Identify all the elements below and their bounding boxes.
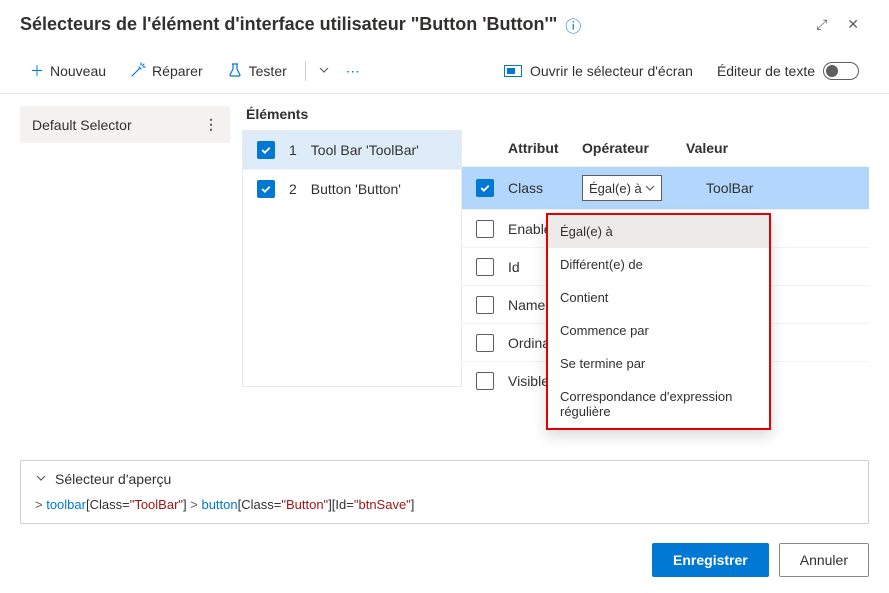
attr-row-class[interactable]: Class Égal(e) à ToolBar xyxy=(462,166,869,209)
dropdown-item[interactable]: Commence par xyxy=(548,314,769,347)
element-row[interactable]: 2 Button 'Button' xyxy=(243,169,461,208)
flask-icon xyxy=(227,62,243,81)
sidebar-item-default-selector[interactable]: Default Selector ⋮ xyxy=(20,106,230,143)
dialog-footer: Enregistrer Annuler xyxy=(652,543,869,577)
expand-icon[interactable]: ⤢ xyxy=(806,12,837,37)
cancel-button[interactable]: Annuler xyxy=(779,543,869,577)
selectors-sidebar: Default Selector ⋮ xyxy=(20,106,230,399)
wand-icon xyxy=(130,62,146,81)
screen-selector-icon xyxy=(504,65,522,77)
attr-value: ToolBar xyxy=(686,180,855,196)
info-icon[interactable]: ⓘ xyxy=(565,13,581,37)
attr-checkbox[interactable] xyxy=(476,179,494,197)
test-button[interactable]: Tester xyxy=(217,56,297,87)
element-checkbox[interactable] xyxy=(257,141,275,159)
sidebar-item-more-icon[interactable]: ⋮ xyxy=(204,116,218,133)
dialog-header: Sélecteurs de l'élément d'interface util… xyxy=(0,0,889,49)
plus-icon: ＋ xyxy=(30,61,44,81)
preview-selector-panel: Sélecteur d'aperçu > toolbar[Class="Tool… xyxy=(20,460,869,524)
operator-select[interactable]: Égal(e) à xyxy=(582,175,662,201)
screen-selector-label: Ouvrir le sélecteur d'écran xyxy=(530,63,693,79)
elements-list: 1 Tool Bar 'ToolBar' 2 Button 'Button' xyxy=(242,130,462,387)
attr-name: Class xyxy=(508,180,568,196)
dropdown-item[interactable]: Égal(e) à xyxy=(548,215,769,248)
dropdown-item[interactable]: Correspondance d'expression régulière xyxy=(548,380,769,428)
col-op: Opérateur xyxy=(582,140,672,156)
element-label: Tool Bar 'ToolBar' xyxy=(311,142,419,158)
selector-path: > toolbar[Class="ToolBar"] > button[Clas… xyxy=(35,497,854,513)
operator-value: Égal(e) à xyxy=(589,181,642,196)
close-icon[interactable]: ✕ xyxy=(837,12,869,37)
toolbar-separator xyxy=(305,61,306,81)
new-button[interactable]: ＋ Nouveau xyxy=(20,55,116,87)
chevron-down-icon xyxy=(645,183,655,193)
attributes-header: Attribut Opérateur Valeur xyxy=(462,130,869,166)
element-index: 1 xyxy=(289,142,297,158)
attr-checkbox[interactable] xyxy=(476,220,494,238)
preview-label: Sélecteur d'aperçu xyxy=(55,471,171,487)
element-row[interactable]: 1 Tool Bar 'ToolBar' xyxy=(243,131,461,169)
preview-toggle[interactable]: Sélecteur d'aperçu xyxy=(35,471,854,487)
operator-dropdown: Égal(e) à Différent(e) de Contient Comme… xyxy=(546,213,771,430)
attr-checkbox[interactable] xyxy=(476,334,494,352)
dropdown-item[interactable]: Se termine par xyxy=(548,347,769,380)
open-screen-selector-button[interactable]: Ouvrir le sélecteur d'écran xyxy=(494,57,703,85)
sidebar-item-label: Default Selector xyxy=(32,117,132,133)
text-editor-toggle-group: Éditeur de texte xyxy=(707,56,869,86)
new-label: Nouveau xyxy=(50,63,106,79)
repair-button[interactable]: Réparer xyxy=(120,56,213,87)
col-attr: Attribut xyxy=(508,140,568,156)
col-val: Valeur xyxy=(686,140,855,156)
attr-checkbox[interactable] xyxy=(476,296,494,314)
save-button[interactable]: Enregistrer xyxy=(652,543,769,577)
test-label: Tester xyxy=(249,63,287,79)
text-editor-label: Éditeur de texte xyxy=(717,63,815,79)
attr-checkbox[interactable] xyxy=(476,372,494,390)
repair-label: Réparer xyxy=(152,63,203,79)
attr-checkbox[interactable] xyxy=(476,258,494,276)
toolbar: ＋ Nouveau Réparer Tester ⋯ Ouvrir le sél… xyxy=(0,49,889,94)
dialog-title: Sélecteurs de l'élément d'interface util… xyxy=(20,14,557,35)
chevron-down-icon[interactable] xyxy=(314,63,334,79)
text-editor-toggle[interactable] xyxy=(823,62,859,80)
elements-title: Éléments xyxy=(242,106,869,122)
dropdown-item[interactable]: Contient xyxy=(548,281,769,314)
chevron-down-icon xyxy=(35,471,47,487)
element-index: 2 xyxy=(289,181,297,197)
element-label: Button 'Button' xyxy=(311,181,401,197)
more-icon[interactable]: ⋯ xyxy=(338,63,370,80)
dropdown-item[interactable]: Différent(e) de xyxy=(548,248,769,281)
element-checkbox[interactable] xyxy=(257,180,275,198)
